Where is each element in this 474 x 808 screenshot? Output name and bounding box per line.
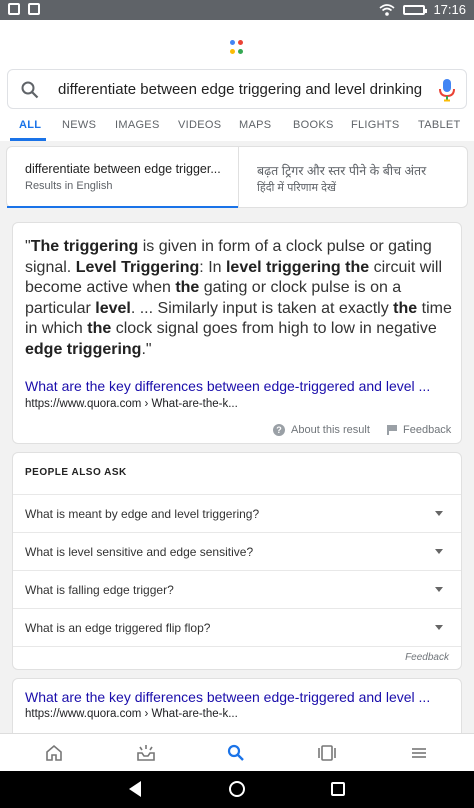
people-also-ask-card: PEOPLE ALSO ASK What is meant by edge an… xyxy=(12,452,462,670)
hindi-results-option[interactable]: बढ़त ट्रिगर और स्तर पीने के बीच अंतर हिं… xyxy=(238,147,468,208)
paa-question[interactable]: What is level sensitive and edge sensiti… xyxy=(13,532,461,570)
english-results-option[interactable]: differentiate between edge trigger... Re… xyxy=(7,147,238,208)
tab-tablet[interactable]: TABLET xyxy=(418,119,461,131)
paa-footer xyxy=(13,646,461,670)
search-box[interactable]: differentiate between edge triggering an… xyxy=(7,69,467,109)
paa-question-text: What is an edge triggered flip flop? xyxy=(25,621,211,635)
hindi-results-title: बढ़त ट्रिगर और स्तर पीने के बीच अंतर xyxy=(257,164,427,178)
tab-flights[interactable]: FLIGHTS xyxy=(351,119,400,131)
back-icon[interactable] xyxy=(129,781,141,797)
paa-question-text: What is level sensitive and edge sensiti… xyxy=(25,545,254,559)
paa-question[interactable]: What is an edge triggered flip flop? xyxy=(13,608,461,646)
search-header: differentiate between edge triggering an… xyxy=(0,20,474,141)
tab-maps[interactable]: MAPS xyxy=(239,119,271,131)
android-navigation-bar xyxy=(0,771,474,808)
snippet-text-run: . ... Similarly input is taken at exactl… xyxy=(130,299,394,317)
tab-videos[interactable]: VIDEOS xyxy=(178,119,221,131)
google-dot-yellow xyxy=(230,48,235,54)
help-icon: ? xyxy=(273,424,285,436)
google-dot-green xyxy=(238,48,243,54)
featured-snippet-link[interactable]: What are the key differences between edg… xyxy=(25,378,430,394)
bottom-navigation xyxy=(0,733,474,771)
paa-question-text: What is meant by edge and level triggeri… xyxy=(25,507,260,521)
tab-images[interactable]: IMAGES xyxy=(115,119,160,131)
snippet-bold-term: the xyxy=(87,320,112,337)
tab-all[interactable]: ALL xyxy=(19,119,41,131)
featured-snippet-url: https://www.quora.com › What-are-the-k..… xyxy=(25,398,238,410)
paa-question-text: What is falling edge trigger? xyxy=(25,583,174,597)
snippet-text-run: clock signal goes from high to low in ne… xyxy=(111,320,437,337)
about-this-result-label: About this result xyxy=(291,424,370,436)
about-this-result-button[interactable]: ? About this result xyxy=(273,424,370,436)
menu-icon[interactable] xyxy=(409,743,429,763)
chevron-down-icon xyxy=(435,549,443,554)
updates-icon[interactable] xyxy=(136,743,156,763)
snippet-bold-term: level xyxy=(95,299,131,317)
snippet-bold-term: level triggering the xyxy=(225,258,370,276)
google-logo-icon[interactable] xyxy=(230,40,244,54)
snippet-bold-term: edge triggering xyxy=(25,340,142,358)
search-icon[interactable] xyxy=(20,80,40,100)
snippet-bold-term: Level Triggering xyxy=(75,258,200,276)
snippet-bold-term: the xyxy=(393,299,418,317)
google-dot-red xyxy=(238,40,243,45)
paa-question[interactable]: What is falling edge trigger? xyxy=(13,570,461,608)
tabs-icon[interactable] xyxy=(317,743,337,763)
search-icon[interactable] xyxy=(226,743,246,763)
snippet-feedback-label: Feedback xyxy=(403,424,452,436)
chevron-down-icon xyxy=(435,587,443,592)
snippet-bold-term: The triggering xyxy=(30,238,139,255)
status-time: 17:16 xyxy=(433,2,466,17)
search-result-url: https://www.quora.com › What-are-the-k..… xyxy=(25,708,238,720)
home-circle-icon[interactable] xyxy=(229,781,245,797)
snippet-text-run: ." xyxy=(141,340,152,358)
featured-snippet-text: "The triggering is given in form of a cl… xyxy=(25,237,455,360)
wifi-icon xyxy=(379,3,395,16)
google-dot-blue xyxy=(230,40,235,45)
home-icon[interactable] xyxy=(44,743,64,763)
search-input[interactable]: differentiate between edge triggering an… xyxy=(58,81,422,98)
search-result-link[interactable]: What are the key differences between edg… xyxy=(25,689,430,705)
search-result-card: What are the key differences between edg… xyxy=(12,678,462,738)
chevron-down-icon xyxy=(435,625,443,630)
active-tab-indicator xyxy=(10,138,46,141)
snippet-bold-term: the xyxy=(175,279,200,296)
flag-icon xyxy=(387,425,397,435)
recent-apps-icon[interactable] xyxy=(331,782,345,796)
hindi-results-subtitle: हिंदी में परिणाम देखें xyxy=(257,182,336,194)
notification-icon xyxy=(8,3,20,15)
tab-news[interactable]: NEWS xyxy=(62,119,96,131)
snippet-text-run: : In xyxy=(199,258,226,276)
image-icon xyxy=(28,3,40,15)
paa-question[interactable]: What is meant by edge and level triggeri… xyxy=(13,494,461,532)
paa-feedback-button[interactable]: Feedback xyxy=(405,652,449,663)
people-also-ask-title: PEOPLE ALSO ASK xyxy=(25,467,127,478)
status-bar: 17:16 xyxy=(0,0,474,20)
tab-books[interactable]: BOOKS xyxy=(293,119,334,131)
snippet-meta: ? About this result Feedback xyxy=(13,423,463,443)
snippet-feedback-button[interactable]: Feedback xyxy=(387,424,451,436)
mic-icon[interactable] xyxy=(438,78,456,102)
search-tabs: ALL NEWS IMAGES VIDEOS MAPS BOOKS FLIGHT… xyxy=(0,114,474,141)
featured-snippet-card: "The triggering is given in form of a cl… xyxy=(12,222,462,444)
english-results-title: differentiate between edge trigger... xyxy=(25,162,221,176)
battery-icon xyxy=(403,4,428,15)
language-toggle: differentiate between edge trigger... Re… xyxy=(6,146,468,208)
english-results-subtitle: Results in English xyxy=(25,180,113,192)
chevron-down-icon xyxy=(435,511,443,516)
